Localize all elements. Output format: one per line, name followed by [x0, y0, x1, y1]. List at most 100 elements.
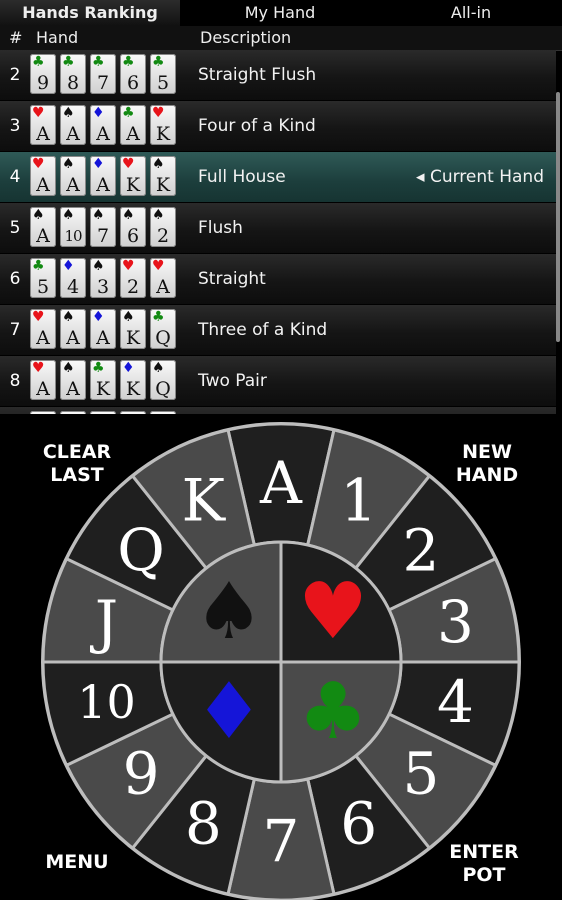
card-rank: A — [66, 378, 80, 400]
card-rank: A — [36, 378, 50, 400]
hand-description: Straight Flush — [198, 65, 317, 85]
card-rank: 4 — [66, 276, 80, 298]
hand-row[interactable]: 6 ♣ 5 ♦ 4 ♠ 3 ♥ 2 ♥ A Straight — [0, 254, 556, 305]
card-suit-icon: ♥ — [32, 105, 45, 121]
tab-all-in[interactable]: All-in — [380, 0, 562, 26]
hand-row[interactable]: 3 ♥ A ♠ A ♦ A ♣ A ♥ K Four of a Kind — [0, 101, 556, 152]
hand-cards: ♥ A ♠ A ♣ K ♦ K ♠ Q — [30, 360, 180, 400]
card-suit-icon: ♣ — [152, 54, 165, 70]
card-suit-icon: ♠ — [122, 309, 135, 325]
playing-card: ♠ K — [120, 309, 146, 349]
hand-row[interactable]: 7 ♥ A ♠ A ♦ A ♠ K ♣ Q Three of a Kind — [0, 305, 556, 356]
playing-card: ♣ A — [120, 105, 146, 145]
playing-card — [120, 411, 146, 414]
hand-row[interactable]: 8 ♥ A ♠ A ♣ K ♦ K ♠ Q Two Pair — [0, 356, 556, 407]
hand-description: Full House — [198, 167, 286, 187]
card-rank: 7 — [96, 225, 110, 247]
hand-row[interactable] — [0, 407, 556, 414]
current-hand-indicator: ◂ Current Hand — [416, 167, 544, 187]
playing-card: ♥ A — [30, 309, 56, 349]
card-suit-icon: ♥ — [152, 258, 165, 274]
tab-my-hand[interactable]: My Hand — [180, 0, 380, 26]
card-suit-icon: ♦ — [92, 156, 105, 172]
hand-cards: ♥ A ♠ A ♦ A ♥ K ♠ K — [30, 156, 180, 196]
playing-card: ♠ 7 — [90, 207, 116, 247]
playing-card: ♠ 6 — [120, 207, 146, 247]
card-rank: A — [96, 174, 110, 196]
hands-ranking-list[interactable]: 2 ♣ 9 ♣ 8 ♣ 7 ♣ 6 ♣ 5 Straight Flush 3 ♥ A ♠ A ♦ A ♣ A ♥ K Four… — [0, 50, 562, 414]
hand-rank-number: 5 — [9, 218, 21, 238]
hand-cards: ♠ A ♠ 10 ♠ 7 ♠ 6 ♠ 2 — [30, 207, 180, 247]
card-rank: Q — [155, 378, 171, 400]
club-icon: ♣ — [298, 667, 368, 757]
hand-rank-number: 2 — [9, 65, 21, 85]
playing-card: ♠ A — [60, 105, 86, 145]
card-suit-icon: ♠ — [122, 207, 135, 223]
rank-key-label: Q — [117, 516, 165, 584]
card-rank: A — [36, 225, 50, 247]
playing-card — [90, 411, 116, 414]
playing-card: ♥ A — [30, 156, 56, 196]
card-suit-icon: ♠ — [92, 207, 105, 223]
hand-cards: ♣ 5 ♦ 4 ♠ 3 ♥ 2 ♥ A — [30, 258, 180, 298]
diamond-icon: ♦ — [194, 667, 264, 757]
card-suit-icon: ♣ — [32, 54, 45, 70]
card-suit-icon: ♦ — [92, 105, 105, 121]
card-rank: Q — [155, 327, 171, 349]
card-rank: 5 — [156, 72, 170, 94]
playing-card: ♠ 3 — [90, 258, 116, 298]
playing-card: ♠ A — [60, 309, 86, 349]
hand-rank-number — [0, 407, 30, 414]
card-suit-icon: ♠ — [62, 207, 75, 223]
card-input-wheel[interactable]: A 123 456789 10 JQK ♠ ♥ ♦ ♣ — [0, 420, 562, 900]
hand-row[interactable]: 5 ♠ A ♠ 10 ♠ 7 ♠ 6 ♠ 2 Flush — [0, 203, 556, 254]
hand-row[interactable]: 2 ♣ 9 ♣ 8 ♣ 7 ♣ 6 ♣ 5 Straight Flush — [0, 50, 556, 101]
card-suit-icon: ♣ — [32, 258, 45, 274]
playing-card: ♠ 10 — [60, 207, 86, 247]
card-suit-icon: ♣ — [122, 54, 135, 70]
scrollbar[interactable] — [556, 92, 560, 342]
hand-cards: ♥ A ♠ A ♦ A ♣ A ♥ K — [30, 105, 180, 145]
card-suit-icon: ♣ — [152, 309, 165, 325]
playing-card — [60, 411, 86, 414]
hand-cards — [30, 411, 180, 414]
card-rank: A — [126, 123, 140, 145]
playing-card: ♣ 6 — [120, 54, 146, 94]
playing-card: ♠ A — [30, 207, 56, 247]
card-suit-icon: ♥ — [122, 258, 135, 274]
playing-card: ♦ A — [90, 156, 116, 196]
playing-card: ♠ Q — [150, 360, 176, 400]
card-rank: A — [66, 123, 80, 145]
card-suit-icon: ♥ — [32, 360, 45, 376]
card-suit-icon: ♣ — [122, 105, 135, 121]
hand-row-current[interactable]: 4 ♥ A ♠ A ♦ A ♥ K ♠ K Full House ◂ Current Hand — [0, 152, 556, 203]
playing-card: ♠ K — [150, 156, 176, 196]
hand-description: Four of a Kind — [198, 116, 316, 136]
rank-key-label: 7 — [263, 807, 300, 875]
card-rank: 5 — [36, 276, 50, 298]
rank-key-label: 4 — [437, 668, 474, 736]
card-suit-icon: ♣ — [92, 54, 105, 70]
tab-hands-ranking[interactable]: Hands Ranking — [0, 0, 180, 28]
playing-card: ♣ 7 — [90, 54, 116, 94]
hand-description: Two Pair — [198, 371, 267, 391]
rank-key-label: 2 — [402, 516, 439, 584]
playing-card: ♠ A — [60, 360, 86, 400]
card-rank: 2 — [156, 225, 170, 247]
rank-key-label: 3 — [437, 588, 474, 656]
tab-bar: Hands Ranking My Hand All-in — [0, 0, 562, 28]
hand-rank-number: 8 — [9, 371, 21, 391]
playing-card: ♥ A — [150, 258, 176, 298]
card-suit-icon: ♥ — [152, 105, 165, 121]
card-rank: K — [125, 327, 141, 349]
card-suit-icon: ♠ — [152, 207, 165, 223]
card-suit-icon: ♥ — [32, 156, 45, 172]
card-rank: K — [155, 174, 171, 196]
playing-card: ♠ A — [60, 156, 86, 196]
card-suit-icon: ♠ — [152, 360, 165, 376]
playing-card: ♣ 9 — [30, 54, 56, 94]
hand-rank-number: 7 — [9, 320, 21, 340]
card-rank: A — [36, 327, 50, 349]
playing-card: ♣ 5 — [30, 258, 56, 298]
card-rank: 8 — [66, 72, 80, 94]
